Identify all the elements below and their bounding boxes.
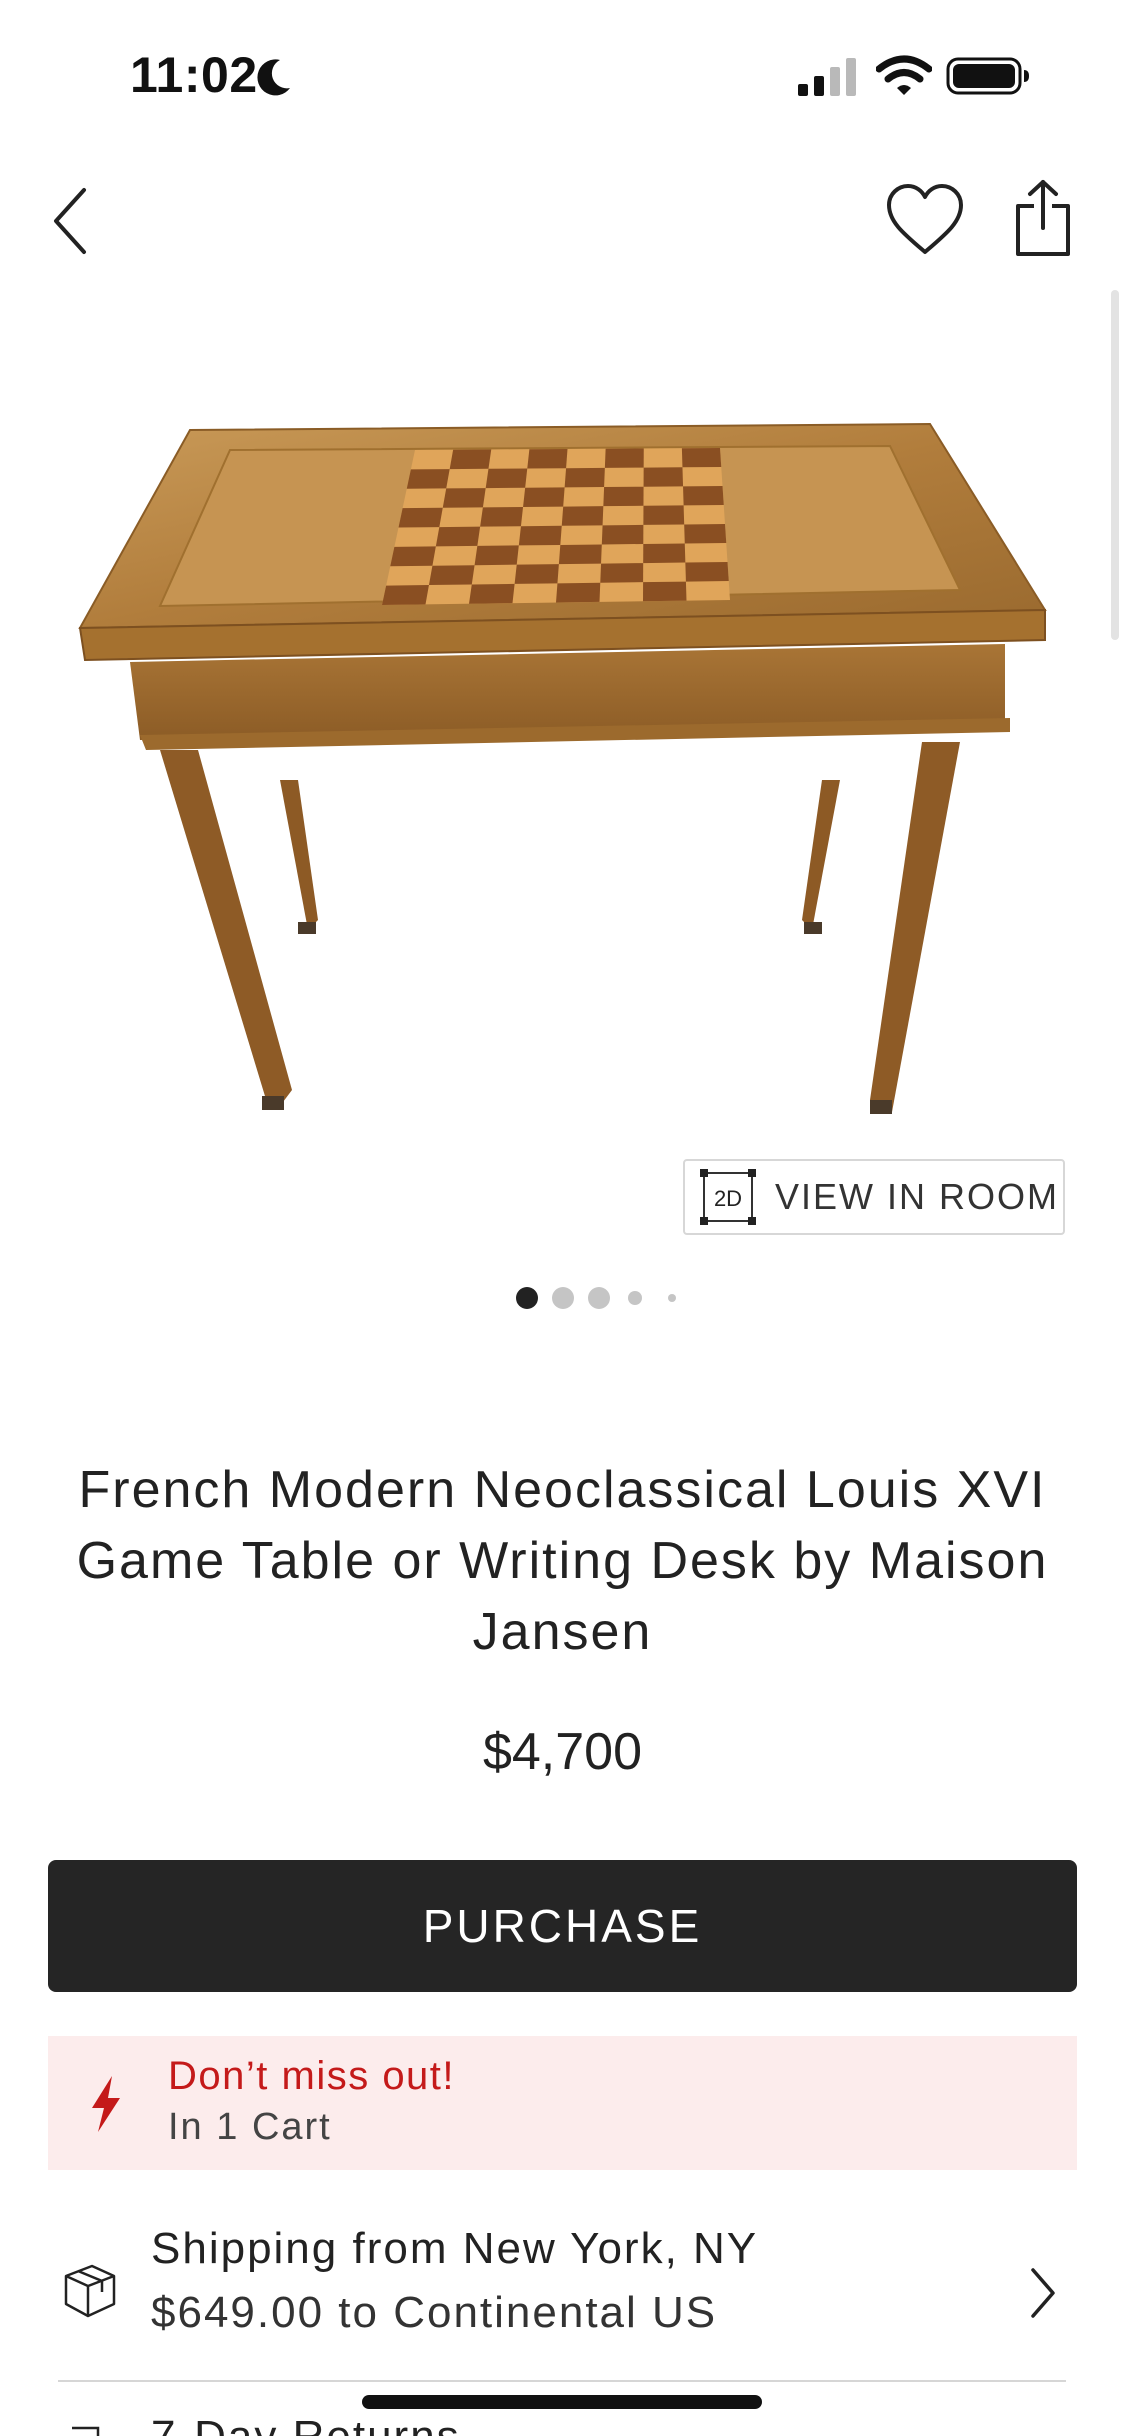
chessboard-square xyxy=(603,486,644,507)
chevron-right-icon xyxy=(1031,2268,1055,2318)
product-price: $4,700 xyxy=(482,1723,643,1781)
2d-view-icon: 2D xyxy=(700,1169,756,1225)
chessboard-square xyxy=(561,506,604,526)
returns-label: 7-Day Returns xyxy=(151,2412,461,2436)
home-indicator[interactable] xyxy=(362,2395,762,2409)
chessboard-square xyxy=(474,545,519,566)
row-divider xyxy=(58,2380,1066,2382)
status-time: 11:02 xyxy=(130,47,258,103)
view-in-room-button[interactable]: 2D VIEW IN ROOM xyxy=(683,1159,1065,1235)
pagination-dot-3[interactable] xyxy=(588,1287,610,1309)
nav-bar xyxy=(0,170,1125,270)
returns-icon xyxy=(72,2426,100,2436)
chessboard-square xyxy=(643,467,684,487)
chessboard-square xyxy=(685,562,729,582)
chessboard-square xyxy=(390,546,436,567)
moon-icon xyxy=(257,59,290,96)
chessboard-square xyxy=(683,486,724,506)
wifi-icon xyxy=(876,55,932,95)
chessboard-square xyxy=(485,468,528,489)
shipping-cost: $649.00 to Continental US xyxy=(151,2288,718,2337)
chessboard-square xyxy=(398,507,443,528)
chessboard-square xyxy=(428,565,475,586)
chessboard-square xyxy=(604,448,644,468)
chessboard-square xyxy=(643,543,686,564)
chessboard-square xyxy=(527,449,568,469)
demand-alert: Don’t miss out! In 1 Cart xyxy=(48,2036,1077,2170)
view-in-room-label: VIEW IN ROOM xyxy=(775,1176,1059,1217)
chessboard-square xyxy=(684,524,727,544)
chessboard-square xyxy=(435,526,481,547)
package-box-icon xyxy=(64,2264,116,2318)
pagination-dot-5[interactable] xyxy=(668,1294,676,1302)
scroll-indicator[interactable] xyxy=(1111,290,1119,640)
back-chevron-icon[interactable] xyxy=(46,184,96,258)
purchase-button[interactable]: PURCHASE xyxy=(48,1860,1077,1992)
product-page: 11:02 2D VIEW IN ROOM French Modern Neoc… xyxy=(0,0,1125,2436)
chessboard-square xyxy=(469,583,515,604)
battery-icon xyxy=(946,57,1029,95)
chessboard-square xyxy=(564,467,605,488)
chessboard-square xyxy=(681,448,722,468)
pagination-dot-4[interactable] xyxy=(628,1291,642,1305)
cellular-signal-icon xyxy=(798,58,856,96)
chessboard-square xyxy=(406,469,450,489)
chessboard-square xyxy=(442,488,486,508)
heart-icon[interactable] xyxy=(884,182,966,258)
alert-subtitle: In 1 Cart xyxy=(168,2106,332,2148)
chessboard-square xyxy=(514,564,559,584)
chessboard-square xyxy=(600,563,644,583)
chessboard-square xyxy=(523,487,565,507)
pagination-dot-1[interactable] xyxy=(516,1287,538,1309)
gallery-pagination[interactable] xyxy=(0,1287,1125,1313)
chessboard-square xyxy=(643,581,687,602)
pagination-dot-2[interactable] xyxy=(552,1287,574,1309)
chessboard-square xyxy=(518,525,562,546)
chessboard-square xyxy=(449,449,492,470)
chessboard-square xyxy=(382,585,429,605)
lightning-bolt-icon xyxy=(92,2076,120,2132)
chessboard-square xyxy=(643,505,685,525)
chessboard-square xyxy=(601,524,644,545)
chessboard-square xyxy=(556,582,601,603)
shipping-origin: Shipping from New York, NY xyxy=(151,2224,759,2273)
chessboard-square xyxy=(480,506,524,527)
status-bar: 11:02 xyxy=(0,0,1125,150)
shipping-row[interactable]: Shipping from New York, NY $649.00 to Co… xyxy=(48,2212,1077,2380)
share-icon[interactable] xyxy=(1014,178,1072,258)
alert-title: Don’t miss out! xyxy=(168,2054,456,2098)
chessboard-square xyxy=(558,544,602,565)
product-title: French Modern Neoclassical Louis XVI Gam… xyxy=(76,1461,1049,1661)
2d-badge-text: 2D xyxy=(714,1186,742,1211)
product-image-game-table[interactable] xyxy=(60,400,1060,1140)
returns-chevron-icon xyxy=(1028,2420,1058,2436)
